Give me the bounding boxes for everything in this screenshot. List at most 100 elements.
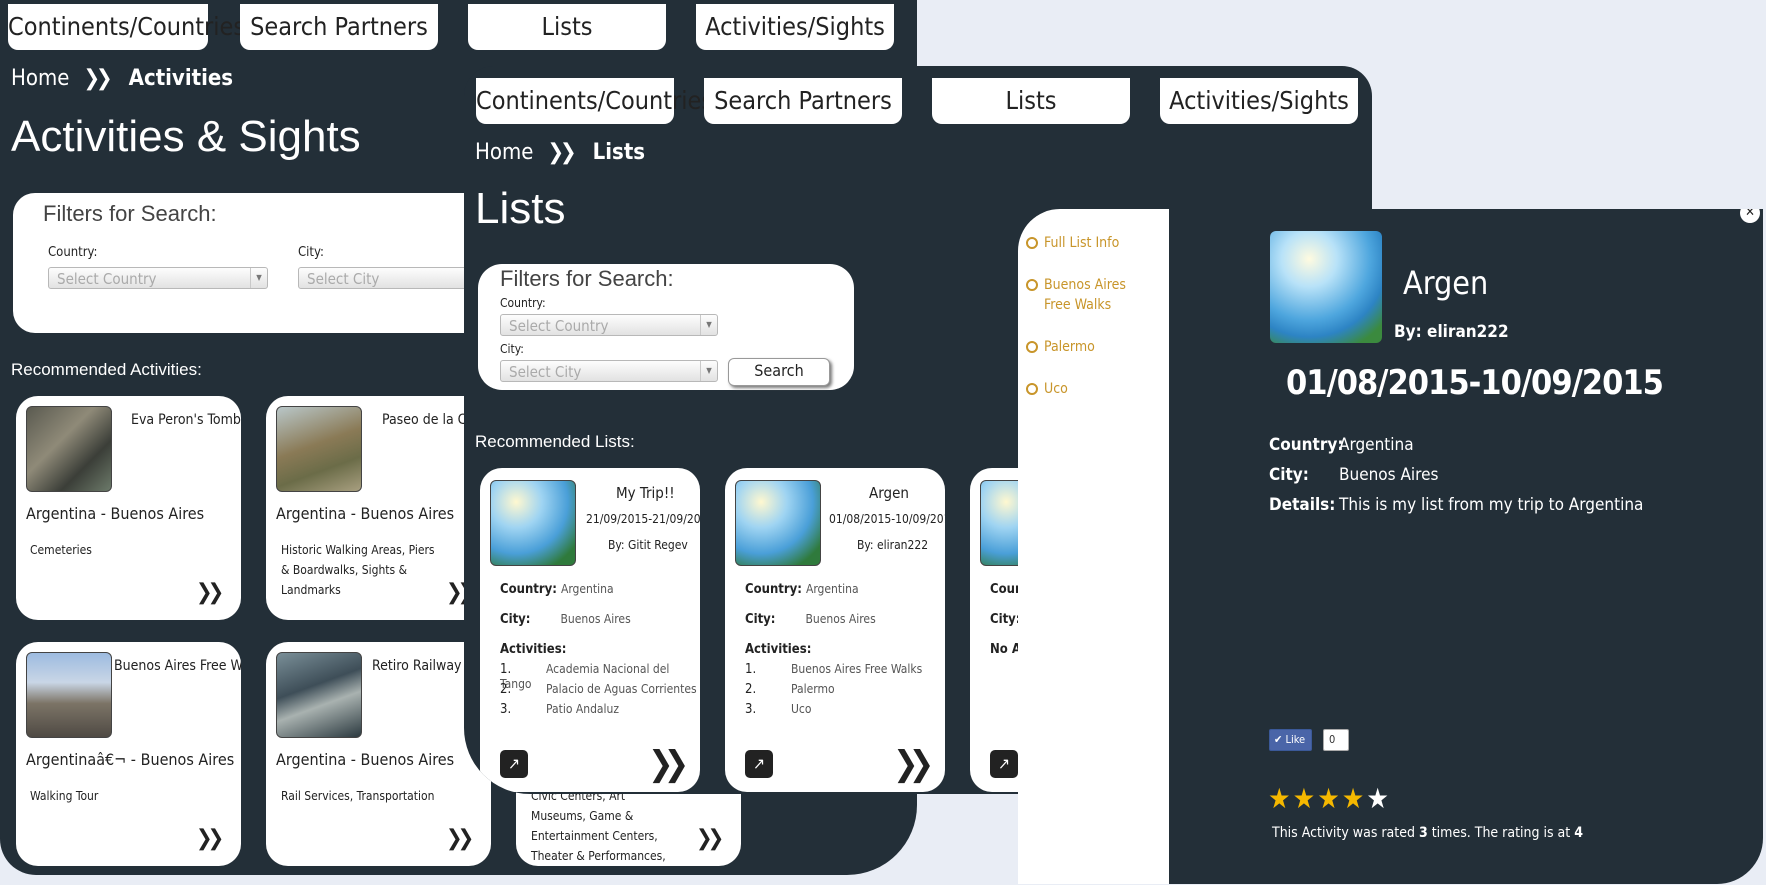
list-title: Argen (869, 484, 909, 502)
city-value: Buenos Aires (560, 612, 631, 626)
details-label: Details: (1269, 495, 1336, 515)
sidebar-item-uco[interactable]: Uco (1026, 379, 1068, 399)
more-arrow-icon[interactable]: ❯❯ (446, 826, 474, 851)
activities-label: Activities: (500, 642, 567, 657)
list-author: By: Gitit Regev (608, 538, 688, 552)
activity-card[interactable]: Paseo de la Cos Argentina - Buenos Aires… (266, 396, 491, 620)
activity-title: Eva Peron's Tomb (131, 412, 241, 428)
list-title: My Trip!! (616, 484, 675, 502)
filters-title: Filters for Search: (43, 201, 217, 226)
list-detail-window: Full List Info Buenos Aires Free Walks P… (1018, 209, 1763, 884)
details-value: This is my list from my trip to Argentin… (1339, 495, 1644, 515)
rating-text: This Activity was rated 3 times. The rat… (1272, 825, 1583, 841)
list-name: Argen (1403, 264, 1489, 302)
list-dates: 21/09/2015-21/09/2015 (586, 512, 700, 526)
country-label: Country: (1269, 435, 1344, 455)
city-label: City: (745, 612, 776, 627)
list-city: City: Buenos Aires (500, 612, 631, 627)
activity-location: Argentina - Buenos Aires (276, 504, 455, 523)
list-dates: 01/08/2015-10/09/2015 (1286, 363, 1664, 403)
tab-lists[interactable]: Lists (468, 4, 666, 50)
chevron-down-icon: ▼ (250, 268, 267, 288)
activity-card[interactable]: Retiro Railway Sta Argentina - Buenos Ai… (266, 642, 491, 866)
tab-lists[interactable]: Lists (932, 78, 1130, 124)
list-country: Country: Argentina (500, 582, 614, 597)
activity-category: Rail Services, Transportation (281, 789, 435, 803)
list-item: 3. Uco (745, 702, 812, 717)
activity-category: Historic Walking Areas, Piers & Boardwal… (281, 543, 435, 597)
list-country: Country: Argentina (745, 582, 859, 597)
like-button[interactable]: ✔ Like (1269, 729, 1313, 751)
page-title: Lists (475, 184, 566, 233)
list-dates: 01/08/2015-10/09/2015 (829, 512, 945, 526)
search-button[interactable]: Search (728, 358, 830, 386)
breadcrumb-home[interactable]: Home (11, 66, 69, 91)
country-select[interactable]: Select Country ▼ (500, 314, 718, 336)
activity-thumbnail (26, 406, 112, 492)
rating-stars[interactable]: ★★★★★ (1268, 782, 1391, 815)
tab-search-partners[interactable]: Search Partners (240, 4, 438, 50)
city-select[interactable]: Select City ▼ (500, 360, 718, 382)
list-card[interactable]: My Trip!! 21/09/2015-21/09/2015 By: Giti… (480, 468, 700, 792)
filters-title: Filters for Search: (500, 266, 674, 291)
bullet-icon (1026, 237, 1038, 249)
activities-label: Activities: (745, 642, 812, 657)
chevron-down-icon: ▼ (700, 361, 717, 381)
city-label: City: (500, 612, 531, 627)
country-label: Country: (48, 245, 98, 260)
like-count: 0 (1323, 729, 1349, 751)
activity-location: Argentina - Buenos Aires (26, 504, 205, 523)
list-card[interactable]: Argen 01/08/2015-10/09/2015 By: eliran22… (725, 468, 945, 792)
breadcrumb-home[interactable]: Home (475, 140, 533, 165)
more-arrow-icon[interactable]: ❯❯ (696, 826, 724, 851)
list-item: 2. Palacio de Aguas Corrientes (500, 682, 697, 697)
list-image (1270, 231, 1382, 343)
list-item: 3. Patio Andaluz (500, 702, 620, 717)
tab-continents[interactable]: Continents/Countries (8, 4, 245, 50)
list-author: By: eliran222 (1394, 322, 1509, 342)
country-value: Argentina (560, 582, 614, 596)
tab-activities[interactable]: Activities/Sights (696, 4, 894, 50)
tab-search-partners[interactable]: Search Partners (704, 78, 902, 124)
bullet-icon (1026, 279, 1038, 291)
breadcrumb-separator-icon: ❯❯ (547, 140, 576, 165)
share-icon[interactable]: ↗ (745, 750, 773, 778)
more-arrow-icon[interactable]: ❯❯ (196, 580, 224, 605)
sidebar-item-buenos-aires-free-walks[interactable]: Buenos Aires Free Walks (1026, 275, 1154, 315)
star-empty-icon[interactable]: ★ (1366, 782, 1391, 815)
share-icon[interactable]: ↗ (500, 750, 528, 778)
star-filled-icon[interactable]: ★ (1342, 782, 1367, 815)
city-value: Buenos Aires (805, 612, 876, 626)
more-arrow-icon[interactable]: ❯❯ (196, 826, 224, 851)
activity-card[interactable]: Eva Peron's Tomb Argentina - Buenos Aire… (16, 396, 241, 620)
bullet-icon (1026, 383, 1038, 395)
tab-continents[interactable]: Continents/Countries (476, 78, 713, 124)
list-thumbnail (735, 480, 821, 566)
activity-card[interactable]: Buenos Aires Free Walks Argentinaâ€¬ - B… (16, 642, 241, 866)
tab-activities[interactable]: Activities/Sights (1160, 78, 1358, 124)
sidebar-item-full-info[interactable]: Full List Info (1026, 233, 1119, 253)
sidebar-item-palermo[interactable]: Palermo (1026, 337, 1095, 357)
list-author: By: eliran222 (857, 538, 929, 552)
filters-panel: Filters for Search: Country: Select Coun… (478, 264, 854, 390)
star-filled-icon[interactable]: ★ (1293, 782, 1318, 815)
country-value: Argentina (805, 582, 859, 596)
page-title: Activities & Sights (11, 112, 361, 161)
more-arrow-icon[interactable]: ❯❯ (648, 744, 689, 784)
country-label: Country: (500, 296, 546, 310)
city-label: City: (1269, 465, 1309, 485)
city-value: Buenos Aires (1339, 465, 1439, 485)
share-icon[interactable]: ↗ (990, 750, 1018, 778)
country-select[interactable]: Select Country ▼ (48, 267, 268, 289)
star-filled-icon[interactable]: ★ (1317, 782, 1342, 815)
chevron-down-icon: ▼ (700, 315, 717, 335)
activity-thumbnail (276, 652, 362, 738)
close-icon[interactable]: ✕ (1740, 209, 1760, 223)
breadcrumb-current: Lists (592, 140, 646, 165)
activity-category: Walking Tour (30, 789, 99, 803)
city-select-value: Select City (307, 270, 380, 288)
star-filled-icon[interactable]: ★ (1268, 782, 1293, 815)
more-arrow-icon[interactable]: ❯❯ (893, 744, 934, 784)
city-label: City: (500, 342, 524, 356)
country-select-value: Select Country (57, 270, 157, 288)
